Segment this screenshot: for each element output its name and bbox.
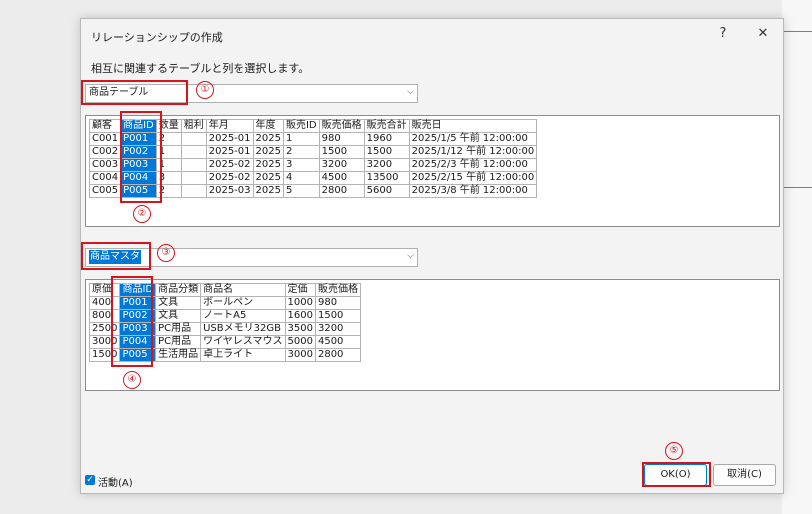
table-cell: 5: [282, 184, 320, 198]
table-cell: ボールペン: [200, 296, 286, 310]
table-cell: 13500: [363, 171, 410, 185]
table-cell: 3200: [318, 158, 365, 172]
table-cell: C001: [88, 132, 122, 146]
table-cell: PC用品: [155, 322, 202, 336]
table-cell: 3200: [314, 322, 361, 336]
annotation-number-3: ③: [157, 244, 175, 262]
table-cell: 1600: [284, 309, 316, 323]
table-cell: 4500: [318, 171, 365, 185]
table-cell: 3500: [284, 322, 316, 336]
background-line: [782, 187, 812, 188]
annotation-box-table2-key-column: [111, 276, 153, 367]
table-cell: 卓上ライト: [200, 348, 286, 362]
table-cell: 2025/3/8 午前 12:00:00: [408, 184, 538, 198]
column-header[interactable]: 販売ID: [282, 119, 320, 133]
table-cell: [180, 132, 207, 146]
table-cell: 980: [318, 132, 365, 146]
annotation-box-table2-select: [81, 242, 151, 270]
annotation-box-table1-select: [81, 80, 188, 105]
table-cell: 5600: [363, 184, 410, 198]
annotation-number-1: ①: [196, 81, 214, 99]
column-header[interactable]: 販売日: [408, 119, 538, 133]
table-cell: 4: [282, 171, 320, 185]
table-cell: 2025/1/5 午前 12:00:00: [408, 132, 538, 146]
table-cell: 3200: [363, 158, 410, 172]
table-cell: C005: [88, 184, 122, 198]
table-cell: 文具: [155, 309, 202, 323]
table-cell: 1960: [363, 132, 410, 146]
table-cell: 2025/1/12 午前 12:00:00: [408, 145, 538, 159]
help-button[interactable]: ?: [711, 24, 735, 44]
table-cell: 980: [314, 296, 361, 310]
annotation-number-4: ④: [123, 371, 141, 389]
column-header[interactable]: 商品分類: [155, 283, 202, 297]
table-cell: PC用品: [155, 335, 202, 349]
chevron-down-icon: ⌵: [407, 87, 414, 97]
table-cell: 2025: [252, 132, 284, 146]
table-cell: 2025: [252, 145, 284, 159]
dialog-title: リレーションシップの作成: [91, 31, 223, 44]
table-cell: [180, 184, 207, 198]
background-line: [782, 31, 812, 32]
table-cell: ノートA5: [200, 309, 286, 323]
table-cell: 2025-03: [205, 184, 254, 198]
table-cell: 4500: [314, 335, 361, 349]
table-cell: USBメモリ32GB: [200, 322, 286, 336]
table-cell: 2: [282, 145, 320, 159]
column-header[interactable]: 販売価格: [314, 283, 361, 297]
table-cell: 2025-02: [205, 171, 254, 185]
close-button[interactable]: ✕: [751, 24, 775, 44]
table-cell: 1500: [318, 145, 365, 159]
table-cell: 2025: [252, 184, 284, 198]
background-window: [782, 0, 812, 514]
table-cell: ワイヤレスマウス: [200, 335, 286, 349]
table-cell: 1500: [314, 309, 361, 323]
table-cell: 2025: [252, 158, 284, 172]
table-cell: 2025-01: [205, 145, 254, 159]
cancel-button[interactable]: 取消(C): [713, 464, 776, 486]
table-cell: 2800: [314, 348, 361, 362]
instruction-text: 相互に関連するテーブルと列を選択します。: [91, 62, 310, 75]
table-cell: C002: [88, 145, 122, 159]
table-cell: 2025/2/3 午前 12:00:00: [408, 158, 538, 172]
column-header[interactable]: 販売合計: [363, 119, 410, 133]
annotation-number-2: ②: [133, 205, 151, 223]
annotation-box-table1-key-column: [120, 111, 162, 203]
column-header[interactable]: 定価: [284, 283, 316, 297]
table-cell: 1500: [363, 145, 410, 159]
annotation-box-ok-button: [642, 462, 711, 487]
table-cell: C004: [88, 171, 122, 185]
table1-preview[interactable]: 顧客 商品ID 数量 粗利 年月 年度 販売ID 販売価格 販売合計 販売日 C001 P001 2 20…: [85, 115, 780, 227]
table-cell: 文具: [155, 296, 202, 310]
annotation-number-5: ⑤: [665, 442, 683, 460]
table-cell: 1: [282, 132, 320, 146]
table-cell: 5000: [284, 335, 316, 349]
table-cell: 2800: [318, 184, 365, 198]
table-cell: 3000: [284, 348, 316, 362]
table2-preview[interactable]: 原価 商品ID 商品分類 商品名 定価 販売価格 400 P001 文具 ボールペン 1000 980…: [85, 279, 780, 391]
active-checkbox[interactable]: ✓: [85, 475, 95, 485]
table-cell: [180, 158, 207, 172]
column-header[interactable]: 販売価格: [318, 119, 365, 133]
table-cell: 2025-02: [205, 158, 254, 172]
chevron-down-icon: ⌵: [407, 251, 414, 261]
table-cell: [180, 145, 207, 159]
active-checkbox-label: 活動(A): [98, 478, 133, 489]
table-cell: C003: [88, 158, 122, 172]
table-cell: 2025/2/15 午前 12:00:00: [408, 171, 538, 185]
table-cell: 生活用品: [155, 348, 202, 362]
column-header[interactable]: 年月: [205, 119, 254, 133]
table-cell: [180, 171, 207, 185]
table-cell: 1000: [284, 296, 316, 310]
column-header[interactable]: 粗利: [180, 119, 207, 133]
column-header[interactable]: 商品名: [200, 283, 286, 297]
column-header[interactable]: 顧客: [88, 119, 122, 133]
table-cell: 2025: [252, 171, 284, 185]
table-cell: 3: [282, 158, 320, 172]
table-cell: 2025-01: [205, 132, 254, 146]
column-header[interactable]: 年度: [252, 119, 284, 133]
